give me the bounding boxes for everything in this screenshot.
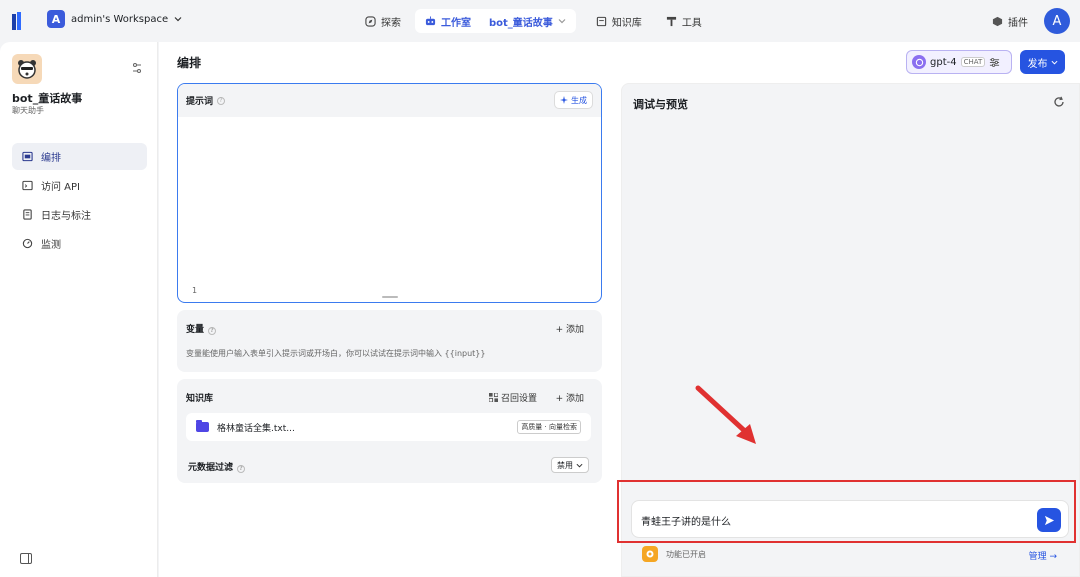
variables-description: 变量能使用户输入表单引入提示词或开场白，你可以试试在提示词中输入 {{input… xyxy=(186,349,486,358)
help-icon[interactable]: ? xyxy=(208,327,217,335)
variables-title: 变量? xyxy=(186,322,217,335)
sidebar-item-api[interactable]: 访问 API xyxy=(12,172,147,199)
app-logo-icon[interactable] xyxy=(12,12,26,30)
top-right: 插件 A xyxy=(992,8,1070,34)
metadata-filter-label: 元数据过滤? xyxy=(188,460,246,473)
workspace-name: admin's Workspace xyxy=(71,13,169,25)
add-variable-label: 添加 xyxy=(565,325,584,335)
doc-icon xyxy=(23,209,32,220)
settings-grid-icon xyxy=(488,392,499,403)
collapse-sidebar-icon[interactable] xyxy=(20,553,32,564)
index-mode-tag: 高质量 · 向量检索 xyxy=(517,420,581,434)
workspace-switcher[interactable]: A admin's Workspace xyxy=(47,10,182,28)
chevron-down-icon xyxy=(1051,60,1057,65)
bear-icon xyxy=(18,60,36,79)
nav-knowledge[interactable]: 知识库 xyxy=(586,9,652,33)
nav-studio[interactable]: 工作室 bot_童话故事 xyxy=(415,9,576,33)
resize-handle[interactable] xyxy=(382,296,398,298)
line-number: 1 xyxy=(192,286,198,295)
cube-icon xyxy=(992,16,1003,26)
nav-tools[interactable]: 工具 xyxy=(656,9,712,33)
hammer-icon xyxy=(666,16,676,26)
plugin-label: 插件 xyxy=(1008,17,1028,29)
robot-icon xyxy=(425,15,436,25)
layout-icon xyxy=(22,151,33,162)
plugin-button[interactable]: 插件 xyxy=(992,14,1028,29)
folder-icon xyxy=(196,420,209,432)
sidebar-item-orchestrate[interactable]: 编排 xyxy=(12,143,147,170)
bot-avatar xyxy=(12,54,42,84)
user-avatar[interactable]: A xyxy=(1044,8,1070,34)
generate-label: 生成 xyxy=(571,95,587,105)
publish-button[interactable]: 发布 xyxy=(1020,50,1065,74)
sidebar-item-label: 编排 xyxy=(41,153,61,164)
chevron-down-icon xyxy=(576,463,583,468)
nav-knowledge-label: 知识库 xyxy=(611,17,642,29)
feature-status: 功能已开启 xyxy=(666,550,706,559)
debug-title: 调试与预览 xyxy=(633,98,688,111)
feature-icon xyxy=(642,546,658,562)
nav-bot-name[interactable]: bot_童话故事 xyxy=(489,14,553,29)
knowledge-file-item[interactable]: 格林童话全集.txt... 高质量 · 向量检索 xyxy=(186,413,591,441)
generate-button[interactable]: 生成 xyxy=(554,91,593,109)
refresh-icon[interactable] xyxy=(1053,96,1065,108)
sliders-icon[interactable] xyxy=(989,57,1000,68)
sidebar-item-label: 日志与标注 xyxy=(41,211,91,222)
sidebar: bot_童话故事 聊天助手 编排 访问 API 日志与标注 监测 xyxy=(0,42,158,577)
knowledge-section: 知识库 召回设置 + 添加 格林童话全集.txt... 高质量 · 向量检索 元… xyxy=(177,379,602,483)
page-title: 编排 xyxy=(177,56,202,70)
bot-subtitle: 聊天助手 xyxy=(12,106,44,115)
nav-explore[interactable]: 探索 xyxy=(355,9,411,33)
add-variable-button[interactable]: + 添加 xyxy=(556,322,584,335)
knowledge-title: 知识库 xyxy=(186,394,214,404)
model-type-tag: CHAT xyxy=(960,57,986,67)
sidebar-menu: 编排 访问 API 日志与标注 监测 xyxy=(12,143,147,259)
compass-icon xyxy=(365,15,376,27)
recall-settings-button[interactable]: 召回设置 xyxy=(488,391,537,404)
workspace-badge: A xyxy=(47,10,65,28)
metadata-filter-select[interactable]: 禁用 xyxy=(551,457,589,473)
chevron-down-icon xyxy=(174,17,182,22)
terminal-icon xyxy=(22,180,33,191)
sidebar-item-logs[interactable]: 日志与标注 xyxy=(12,201,147,228)
prompt-editor[interactable]: 提示词 ? 生成 1 xyxy=(177,83,602,303)
model-selector[interactable]: gpt-4 CHAT xyxy=(906,50,1012,74)
prompt-header: 提示词 ? 生成 xyxy=(178,84,601,117)
book-icon xyxy=(596,16,606,26)
metadata-filter-value: 禁用 xyxy=(557,460,573,470)
help-icon[interactable]: ? xyxy=(217,96,226,105)
add-knowledge-label: 添加 xyxy=(565,394,584,404)
gauge-icon xyxy=(22,238,33,249)
sidebar-item-label: 访问 API xyxy=(41,182,80,193)
openai-icon xyxy=(912,55,926,69)
file-name: 格林童话全集.txt... xyxy=(217,423,295,434)
add-knowledge-button[interactable]: + 添加 xyxy=(556,391,584,404)
nav-studio-label: 工作室 xyxy=(441,17,471,29)
annotation-highlight-box xyxy=(617,480,1076,543)
sidebar-item-label: 监测 xyxy=(41,240,61,251)
sliders-icon[interactable] xyxy=(131,62,143,74)
sidebar-item-monitor[interactable]: 监测 xyxy=(12,230,147,257)
chevron-down-icon xyxy=(558,19,566,24)
recall-settings-label: 召回设置 xyxy=(500,394,537,404)
top-bar: A admin's Workspace 探索 工作室 bot_童话故事 知识库 … xyxy=(0,0,1080,42)
annotation-arrow-icon xyxy=(695,385,756,444)
sparkle-icon xyxy=(560,96,568,104)
prompt-label: 提示词 xyxy=(186,97,214,107)
feature-bar: 功能已开启 管理 → xyxy=(633,544,1071,566)
variables-section: 变量? + 添加 变量能使用户输入表单引入提示词或开场白，你可以试试在提示词中输… xyxy=(177,310,602,372)
model-name: gpt-4 xyxy=(930,56,957,68)
publish-label: 发布 xyxy=(1027,58,1048,70)
top-nav: 探索 工作室 bot_童话故事 知识库 工具 xyxy=(355,9,712,33)
nav-tools-label: 工具 xyxy=(681,17,702,29)
help-icon[interactable]: ? xyxy=(237,465,246,473)
bot-title: bot_童话故事 xyxy=(12,92,83,105)
nav-explore-label: 探索 xyxy=(381,17,401,29)
manage-link[interactable]: 管理 → xyxy=(1029,549,1057,562)
